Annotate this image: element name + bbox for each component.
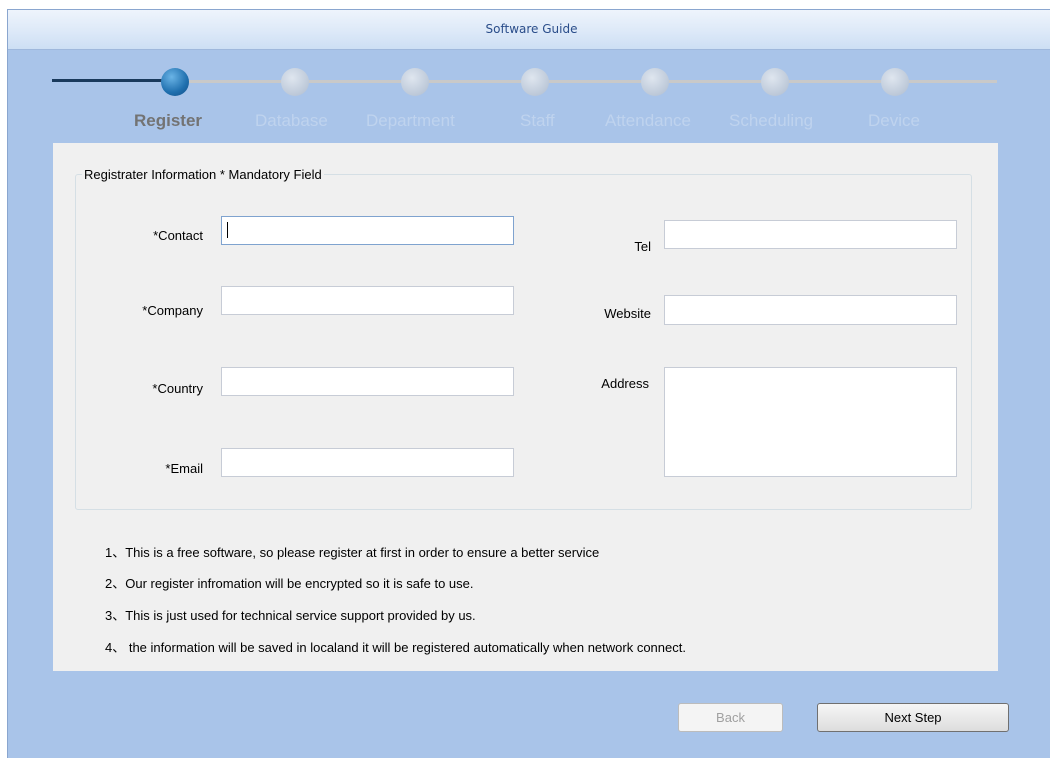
company-label: *Company: [142, 303, 203, 318]
step-label-register: Register: [134, 111, 203, 130]
step-dot-department: [401, 68, 429, 96]
note-1: 1、This is a free software, so please reg…: [105, 545, 600, 560]
step-label-attendance: Attendance: [605, 111, 692, 130]
step-label-staff: Staff: [520, 111, 555, 130]
step-label-department: Department: [366, 111, 455, 130]
step-dot-database: [281, 68, 309, 96]
company-input[interactable]: [221, 286, 514, 315]
contact-input[interactable]: [221, 216, 514, 245]
step-dot-register: [161, 68, 189, 96]
step-label-device: Device: [868, 111, 920, 130]
step-dot-scheduling: [761, 68, 789, 96]
step-label-scheduling: Scheduling: [729, 111, 814, 130]
window-title: Software Guide: [485, 22, 578, 36]
text-caret: [227, 222, 228, 238]
contact-label: *Contact: [153, 228, 203, 243]
address-textarea[interactable]: [664, 367, 957, 477]
step-dot-device: [881, 68, 909, 96]
progress-track-completed: [52, 79, 169, 82]
step-dot-attendance: [641, 68, 669, 96]
address-label: Address: [601, 376, 649, 391]
email-input[interactable]: [221, 448, 514, 477]
tel-input[interactable]: [664, 220, 957, 249]
note-4: 4、 the information will be saved in loca…: [105, 640, 686, 655]
next-step-button[interactable]: Next Step: [817, 703, 1009, 732]
country-label: *Country: [152, 381, 203, 396]
note-3: 3、This is just used for technical servic…: [105, 608, 476, 623]
step-dot-staff: [521, 68, 549, 96]
registration-panel: Registrater Information * Mandatory Fiel…: [53, 143, 998, 671]
email-label: *Email: [165, 461, 203, 476]
back-button[interactable]: Back: [678, 703, 783, 732]
website-input[interactable]: [664, 295, 957, 325]
website-label: Website: [604, 306, 651, 321]
title-bar: Software Guide: [8, 10, 1050, 50]
step-label-database: Database: [255, 111, 328, 130]
tel-label: Tel: [634, 239, 651, 254]
country-input[interactable]: [221, 367, 514, 396]
groupbox-title: Registrater Information * Mandatory Fiel…: [82, 167, 324, 182]
note-2: 2、Our register infromation will be encry…: [105, 576, 474, 591]
